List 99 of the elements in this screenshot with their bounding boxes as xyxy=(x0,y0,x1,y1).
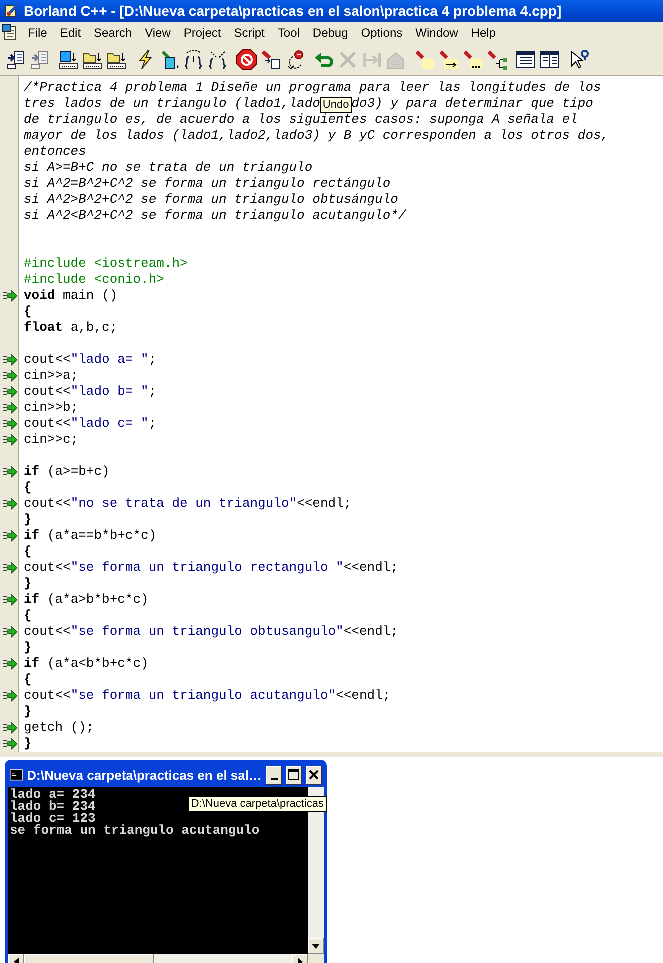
menu-item[interactable]: Options xyxy=(355,24,410,42)
tooltip: Undo xyxy=(320,97,352,113)
code-text: cout<< xyxy=(24,688,71,703)
code-comment: tres lados de un triangulo (lado1,lado xyxy=(24,96,320,111)
code-comment: de triangulo es, de acuerdo a los siguientes casos: suponga A señala el xyxy=(24,112,578,127)
code-text: cout<< xyxy=(24,560,71,575)
code-text: "se forma un triangulo rectangulo " xyxy=(70,560,344,575)
code-text: "se forma un triangulo obtusangulo" xyxy=(70,624,344,639)
code-text: #include <iostream.h> xyxy=(24,256,188,271)
tooltip: D:\Nueva carpeta\practicas xyxy=(188,796,327,812)
code-text: (a>=b+c) xyxy=(46,464,110,479)
menu-item[interactable]: Project xyxy=(178,24,228,42)
code-text: } xyxy=(24,576,32,591)
code-text: } xyxy=(24,640,32,655)
menu-item[interactable]: Search xyxy=(88,24,140,42)
code-text: #include <conio.h> xyxy=(24,272,164,287)
code-text: ; xyxy=(148,352,157,367)
code-text: ; xyxy=(148,384,157,399)
code-text: "se forma un triangulo acutangulo" xyxy=(70,688,336,703)
code-comment: do3) y para determinar que tipo xyxy=(352,96,594,111)
code-text: if xyxy=(24,592,40,607)
code-text: } xyxy=(24,736,32,751)
stop-icon[interactable] xyxy=(236,49,258,71)
menu-item[interactable]: Edit xyxy=(54,24,88,42)
code-text: if xyxy=(24,528,40,543)
code-comment: mayor de los lados (lado1,lado2,lado3) y B yC corresponden a los otros dos, xyxy=(24,128,610,143)
menu-item[interactable]: Tool xyxy=(272,24,307,42)
down-arrow-icon[interactable] xyxy=(312,944,320,948)
console-title: D:\Nueva carpeta\practicas en el sal… xyxy=(27,768,262,782)
console-output-line: lado c= 123 xyxy=(10,813,96,825)
code-text: cin>>a; xyxy=(24,368,79,383)
code-text: <<endl; xyxy=(297,496,352,511)
code-text: "no se trata de un triangulo" xyxy=(70,496,298,511)
code-text: (a*a<b*b+c*c) xyxy=(46,656,149,671)
flashlight-document-icon[interactable] xyxy=(260,49,282,71)
console-output-line: lado a= 234 xyxy=(10,789,96,801)
close-button[interactable] xyxy=(306,766,322,784)
code-text: { xyxy=(24,672,32,687)
code-comment: si A^2=B^2+C^2 se forma un triangulo rectángulo xyxy=(24,176,391,191)
code-text: <<endl; xyxy=(336,688,391,703)
code-text: cout<< xyxy=(24,352,71,367)
code-text: float xyxy=(24,320,64,335)
code-text: "lado a= " xyxy=(70,352,149,367)
split-window-icon[interactable] xyxy=(539,49,561,71)
close-icon xyxy=(308,769,320,781)
window-title: Borland C++ - [D:\Nueva carpeta\practicas en el salon\practica 4 problema 4.cpp] xyxy=(24,3,562,19)
code-text: cin>>b; xyxy=(24,400,79,415)
minimize-button[interactable] xyxy=(266,766,282,784)
code-text: cout<< xyxy=(24,416,71,431)
code-text: <<endl; xyxy=(344,624,398,639)
code-text: cout<< xyxy=(24,496,71,511)
code-comment: entonces xyxy=(24,144,86,159)
code-text: { xyxy=(24,608,32,623)
code-text: <<endl; xyxy=(344,560,398,575)
code-text: } xyxy=(24,704,32,719)
code-text: { xyxy=(24,304,32,319)
menu-item[interactable]: View xyxy=(139,24,178,42)
console-output-line: se forma un triangulo acutangulo xyxy=(10,825,260,837)
menu-item[interactable]: Debug xyxy=(306,24,356,42)
flashlight-tree-icon[interactable] xyxy=(486,49,508,71)
code-text: cin>>c; xyxy=(24,432,79,447)
code-text: (a*a==b*b+c*c) xyxy=(46,528,157,543)
code-text: if xyxy=(24,656,40,671)
code-text: "lado c= " xyxy=(70,416,149,431)
menu-item[interactable]: Help xyxy=(465,24,504,42)
code-text: cout<< xyxy=(24,624,71,639)
code-text: { xyxy=(24,480,32,495)
code-comment: /*Practica 4 problema 1 Diseñe un programa para leer las longitudes de los xyxy=(24,80,602,95)
flashlight-icon[interactable] xyxy=(438,49,460,71)
menu-item[interactable]: File xyxy=(22,24,54,42)
code-text: } xyxy=(24,512,32,527)
code-comment: si A^2>B^2+C^2 se forma un triangulo obtusángulo xyxy=(24,192,398,207)
braces-arrow-icon[interactable] xyxy=(207,49,229,71)
flashlight-icon[interactable] xyxy=(462,49,484,71)
menu-item[interactable]: Window xyxy=(410,24,466,42)
code-comment: si A>=B+C no se trata de un triangulo xyxy=(24,160,313,175)
code-text: { xyxy=(24,544,32,559)
window-icon[interactable] xyxy=(515,49,537,71)
console-icon xyxy=(10,768,24,782)
code-text: a,b,c; xyxy=(70,320,118,335)
console-output-line: lado b= 234 xyxy=(10,801,96,813)
minimize-icon xyxy=(270,778,278,780)
code-text: getch (); xyxy=(24,720,94,735)
brush-icon[interactable] xyxy=(159,49,181,71)
code-text: cout<< xyxy=(24,384,71,399)
code-text: "lado b= " xyxy=(70,384,149,399)
maximize-icon xyxy=(288,769,300,781)
code-comment: si A^2<B^2+C^2 se forma un triangulo acutangulo*/ xyxy=(24,208,406,223)
code-text: if xyxy=(24,464,40,479)
code-text: ; xyxy=(148,416,157,431)
code-text: (a*a>b*b+c*c) xyxy=(46,592,149,607)
app-icon xyxy=(4,3,20,19)
document-arrow-icon[interactable] xyxy=(5,49,27,71)
code-text: void xyxy=(24,288,56,303)
braces-arrow-icon[interactable] xyxy=(183,49,205,71)
maximize-button[interactable] xyxy=(286,766,302,784)
binary-document-icon[interactable] xyxy=(58,49,80,71)
menu-item[interactable]: Script xyxy=(228,24,272,42)
code-text: main () xyxy=(62,288,118,303)
